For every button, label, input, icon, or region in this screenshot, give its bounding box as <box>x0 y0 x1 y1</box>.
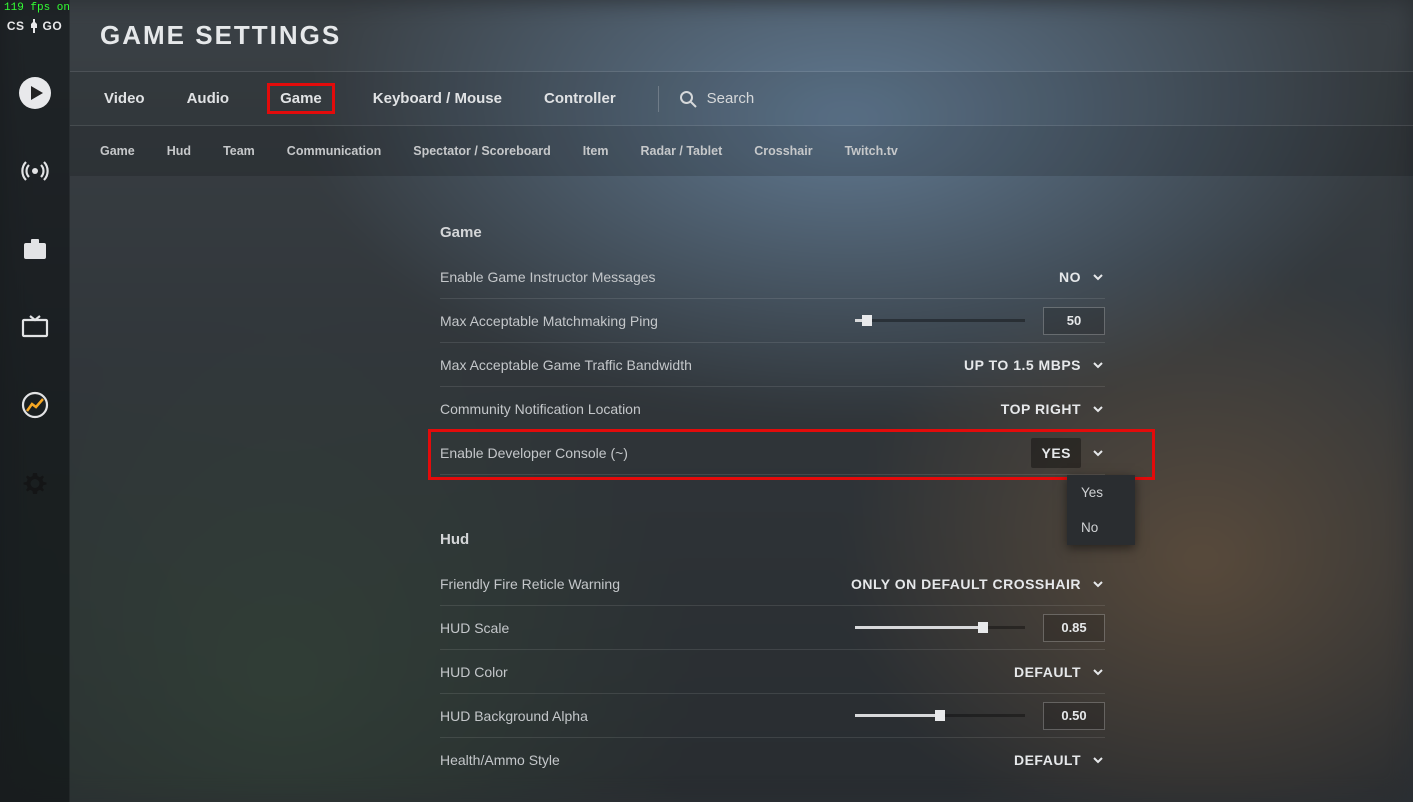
label-ping: Max Acceptable Matchmaking Ping <box>440 313 658 329</box>
inventory-icon[interactable] <box>16 230 54 268</box>
search-label: Search <box>707 90 755 107</box>
label-instructor: Enable Game Instructor Messages <box>440 269 656 285</box>
value-bandwidth: UP TO 1.5 MBPS <box>964 357 1081 373</box>
tab-controller[interactable]: Controller <box>540 84 620 113</box>
fps-overlay: 119 fps on <box>0 0 74 16</box>
subtab-spectator[interactable]: Spectator / Scoreboard <box>413 144 551 158</box>
chevron-down-icon <box>1091 358 1105 372</box>
slider-wrap-hud-alpha: 0.50 <box>855 702 1105 730</box>
row-hud-scale: HUD Scale 0.85 <box>440 606 1105 650</box>
value-ff-reticle: ONLY ON DEFAULT CROSSHAIR <box>851 576 1081 592</box>
subtab-team[interactable]: Team <box>223 144 255 158</box>
option-yes[interactable]: Yes <box>1067 475 1135 510</box>
dropdown-ff-reticle[interactable]: ONLY ON DEFAULT CROSSHAIR <box>851 576 1105 592</box>
chevron-down-icon <box>1091 665 1105 679</box>
row-ping: Max Acceptable Matchmaking Ping 50 <box>440 299 1105 343</box>
content-area: GAME SETTINGS Video Audio Game Keyboard … <box>70 0 1413 802</box>
row-hud-color: HUD Color DEFAULT <box>440 650 1105 694</box>
logo-left: CS <box>7 19 25 33</box>
row-notif-loc: Community Notification Location TOP RIGH… <box>440 387 1105 431</box>
chevron-down-icon <box>1091 753 1105 767</box>
subtab-item[interactable]: Item <box>583 144 609 158</box>
label-dev-console: Enable Developer Console (~) <box>440 445 628 461</box>
chevron-down-icon <box>1091 446 1105 460</box>
label-health-style: Health/Ammo Style <box>440 752 560 768</box>
settings-panel: Game Enable Game Instructor Messages NO … <box>440 176 1105 782</box>
value-instructor: NO <box>1059 269 1081 285</box>
secondary-tabs: Game Hud Team Communication Spectator / … <box>70 126 1413 176</box>
value-hud-color: DEFAULT <box>1014 664 1081 680</box>
dropdown-hud-color[interactable]: DEFAULT <box>1014 664 1105 680</box>
label-notif-loc: Community Notification Location <box>440 401 641 417</box>
title-bar: GAME SETTINGS <box>70 0 1413 72</box>
dropdown-dev-console[interactable]: YES <box>1031 438 1105 468</box>
label-ff-reticle: Friendly Fire Reticle Warning <box>440 576 620 592</box>
dropdown-bandwidth[interactable]: UP TO 1.5 MBPS <box>964 357 1105 373</box>
row-bandwidth: Max Acceptable Game Traffic Bandwidth UP… <box>440 343 1105 387</box>
primary-tabs: Video Audio Game Keyboard / Mouse Contro… <box>70 72 1413 126</box>
tab-audio[interactable]: Audio <box>183 84 234 113</box>
value-notif-loc: TOP RIGHT <box>1001 401 1081 417</box>
value-box-hud-alpha[interactable]: 0.50 <box>1043 702 1105 730</box>
search-control[interactable]: Search <box>679 90 755 108</box>
section-gap <box>440 475 1105 513</box>
stats-icon[interactable] <box>16 386 54 424</box>
watch-tv-icon[interactable] <box>16 308 54 346</box>
tab-keyboard-mouse[interactable]: Keyboard / Mouse <box>369 84 506 113</box>
value-dev-console: YES <box>1031 438 1081 468</box>
slider-fill <box>855 714 940 717</box>
label-hud-scale: HUD Scale <box>440 620 509 636</box>
main-sidebar: CS GO <box>0 0 70 802</box>
subtab-game[interactable]: Game <box>100 144 135 158</box>
value-box-ping[interactable]: 50 <box>1043 307 1105 335</box>
section-header-game: Game <box>440 224 1105 241</box>
row-dev-console: Enable Developer Console (~) YES Yes No <box>440 431 1105 475</box>
csgo-logo: CS GO <box>7 18 62 34</box>
label-hud-alpha: HUD Background Alpha <box>440 708 588 724</box>
slider-thumb[interactable] <box>862 315 872 326</box>
slider-ping[interactable] <box>855 319 1025 322</box>
subtab-hud[interactable]: Hud <box>167 144 191 158</box>
tabs-divider <box>658 86 659 112</box>
tab-game[interactable]: Game <box>267 83 335 114</box>
row-health-style: Health/Ammo Style DEFAULT <box>440 738 1105 782</box>
row-instructor: Enable Game Instructor Messages NO <box>440 255 1105 299</box>
subtab-communication[interactable]: Communication <box>287 144 381 158</box>
section-header-hud: Hud <box>440 531 1105 548</box>
tab-video[interactable]: Video <box>100 84 149 113</box>
dropdown-notif-loc[interactable]: TOP RIGHT <box>1001 401 1105 417</box>
chevron-down-icon <box>1091 270 1105 284</box>
label-bandwidth: Max Acceptable Game Traffic Bandwidth <box>440 357 692 373</box>
subtab-twitch[interactable]: Twitch.tv <box>845 144 898 158</box>
row-ff-reticle: Friendly Fire Reticle Warning ONLY ON DE… <box>440 562 1105 606</box>
play-button-icon[interactable] <box>16 74 54 112</box>
logo-right: GO <box>43 19 63 33</box>
row-hud-alpha: HUD Background Alpha 0.50 <box>440 694 1105 738</box>
slider-hud-scale[interactable] <box>855 626 1025 629</box>
soldier-icon <box>27 18 41 34</box>
broadcast-icon[interactable] <box>16 152 54 190</box>
slider-wrap-hud-scale: 0.85 <box>855 614 1105 642</box>
value-health-style: DEFAULT <box>1014 752 1081 768</box>
chevron-down-icon <box>1091 577 1105 591</box>
dropdown-popup-dev-console: Yes No <box>1067 475 1135 545</box>
page-title: GAME SETTINGS <box>100 20 341 51</box>
slider-thumb[interactable] <box>978 622 988 633</box>
chevron-down-icon <box>1091 402 1105 416</box>
label-hud-color: HUD Color <box>440 664 508 680</box>
dropdown-health-style[interactable]: DEFAULT <box>1014 752 1105 768</box>
option-no[interactable]: No <box>1067 510 1135 545</box>
value-box-hud-scale[interactable]: 0.85 <box>1043 614 1105 642</box>
dropdown-instructor[interactable]: NO <box>1059 269 1105 285</box>
subtab-crosshair[interactable]: Crosshair <box>754 144 812 158</box>
search-icon <box>679 90 697 108</box>
slider-hud-alpha[interactable] <box>855 714 1025 717</box>
slider-wrap-ping: 50 <box>855 307 1105 335</box>
slider-thumb[interactable] <box>935 710 945 721</box>
slider-fill <box>855 626 983 629</box>
subtab-radar[interactable]: Radar / Tablet <box>641 144 723 158</box>
settings-gear-icon[interactable] <box>16 464 54 502</box>
